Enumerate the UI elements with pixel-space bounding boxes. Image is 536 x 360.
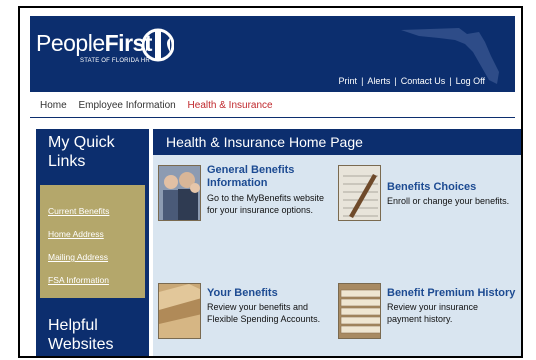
main-content: General Benefits Information Go to the M… <box>153 155 521 356</box>
tile-benefits-choices[interactable]: Benefits Choices Enroll or change your b… <box>338 165 518 225</box>
sidebar: My Quick Links Current Benefits Home Add… <box>36 129 149 356</box>
tile-title: Your Benefits <box>207 287 278 299</box>
tile-desc-line2: Flexible Spending Accounts. <box>207 314 321 324</box>
logo-text-light: People <box>36 30 105 56</box>
tile-title: Benefit Premium History <box>387 287 516 299</box>
main-nav: Home Employee Information Health & Insur… <box>40 100 282 111</box>
page-frame: PeopleFirst STATE OF FLORIDA HR Print | Al… <box>18 6 523 358</box>
quick-links-box: Current Benefits Home Address Mailing Ad… <box>40 185 145 298</box>
separator: | <box>449 76 452 86</box>
tile-desc: Review your insurance <box>387 302 479 312</box>
quick-link-home-address[interactable]: Home Address <box>48 229 104 239</box>
tile-desc: Enroll or change your benefits. <box>387 196 510 206</box>
nav-employee-information[interactable]: Employee Information <box>78 100 175 111</box>
tile-your-benefits[interactable]: Your Benefits Review your benefits and F… <box>158 283 328 343</box>
quick-links-title: My Quick Links <box>48 134 115 170</box>
helpful-websites-title: Helpful Websites <box>48 317 114 353</box>
nav-home[interactable]: Home <box>40 100 67 111</box>
tile-title: Benefits Choices <box>387 181 477 193</box>
tile-general-benefits[interactable]: General Benefits Information Go to the M… <box>158 164 328 225</box>
utility-links: Print | Alerts | Contact Us | Log Off <box>339 76 485 86</box>
nav-health-insurance[interactable]: Health & Insurance <box>188 100 273 111</box>
file-folders-photo-icon <box>158 283 201 339</box>
tile-title-line2: Information <box>207 177 268 189</box>
tile-desc: Review your benefits and <box>207 302 309 312</box>
peoplefirst-logo[interactable]: PeopleFirst <box>36 30 152 57</box>
tile-desc-line2: for your insurance options. <box>207 205 314 215</box>
separator: | <box>361 76 364 86</box>
quick-link-mailing-address[interactable]: Mailing Address <box>48 252 108 262</box>
quick-link-current-benefits[interactable]: Current Benefits <box>48 206 109 216</box>
logo-subtitle: STATE OF FLORIDA HR <box>80 58 150 64</box>
page-title: Health & Insurance Home Page <box>153 129 521 155</box>
tile-desc-line2: payment history. <box>387 314 453 324</box>
tile-benefit-premium-history[interactable]: Benefit Premium History Review your insu… <box>338 283 518 343</box>
people-photo-icon <box>158 165 201 221</box>
print-link[interactable]: Print <box>339 76 358 86</box>
file-cards-photo-icon <box>338 283 381 339</box>
contact-us-link[interactable]: Contact Us <box>401 76 446 86</box>
form-pen-photo-icon <box>338 165 381 221</box>
separator: | <box>394 76 397 86</box>
peoplefirst-emblem-icon <box>142 28 174 62</box>
tile-title: General Benefits <box>207 164 295 176</box>
quick-link-fsa-information[interactable]: FSA Information <box>48 275 109 285</box>
alerts-link[interactable]: Alerts <box>367 76 390 86</box>
tile-desc: Go to the MyBenefits website <box>207 193 325 203</box>
header-banner: PeopleFirst STATE OF FLORIDA HR Print | Al… <box>30 16 515 92</box>
log-off-link[interactable]: Log Off <box>456 76 485 86</box>
nav-divider <box>30 117 515 118</box>
